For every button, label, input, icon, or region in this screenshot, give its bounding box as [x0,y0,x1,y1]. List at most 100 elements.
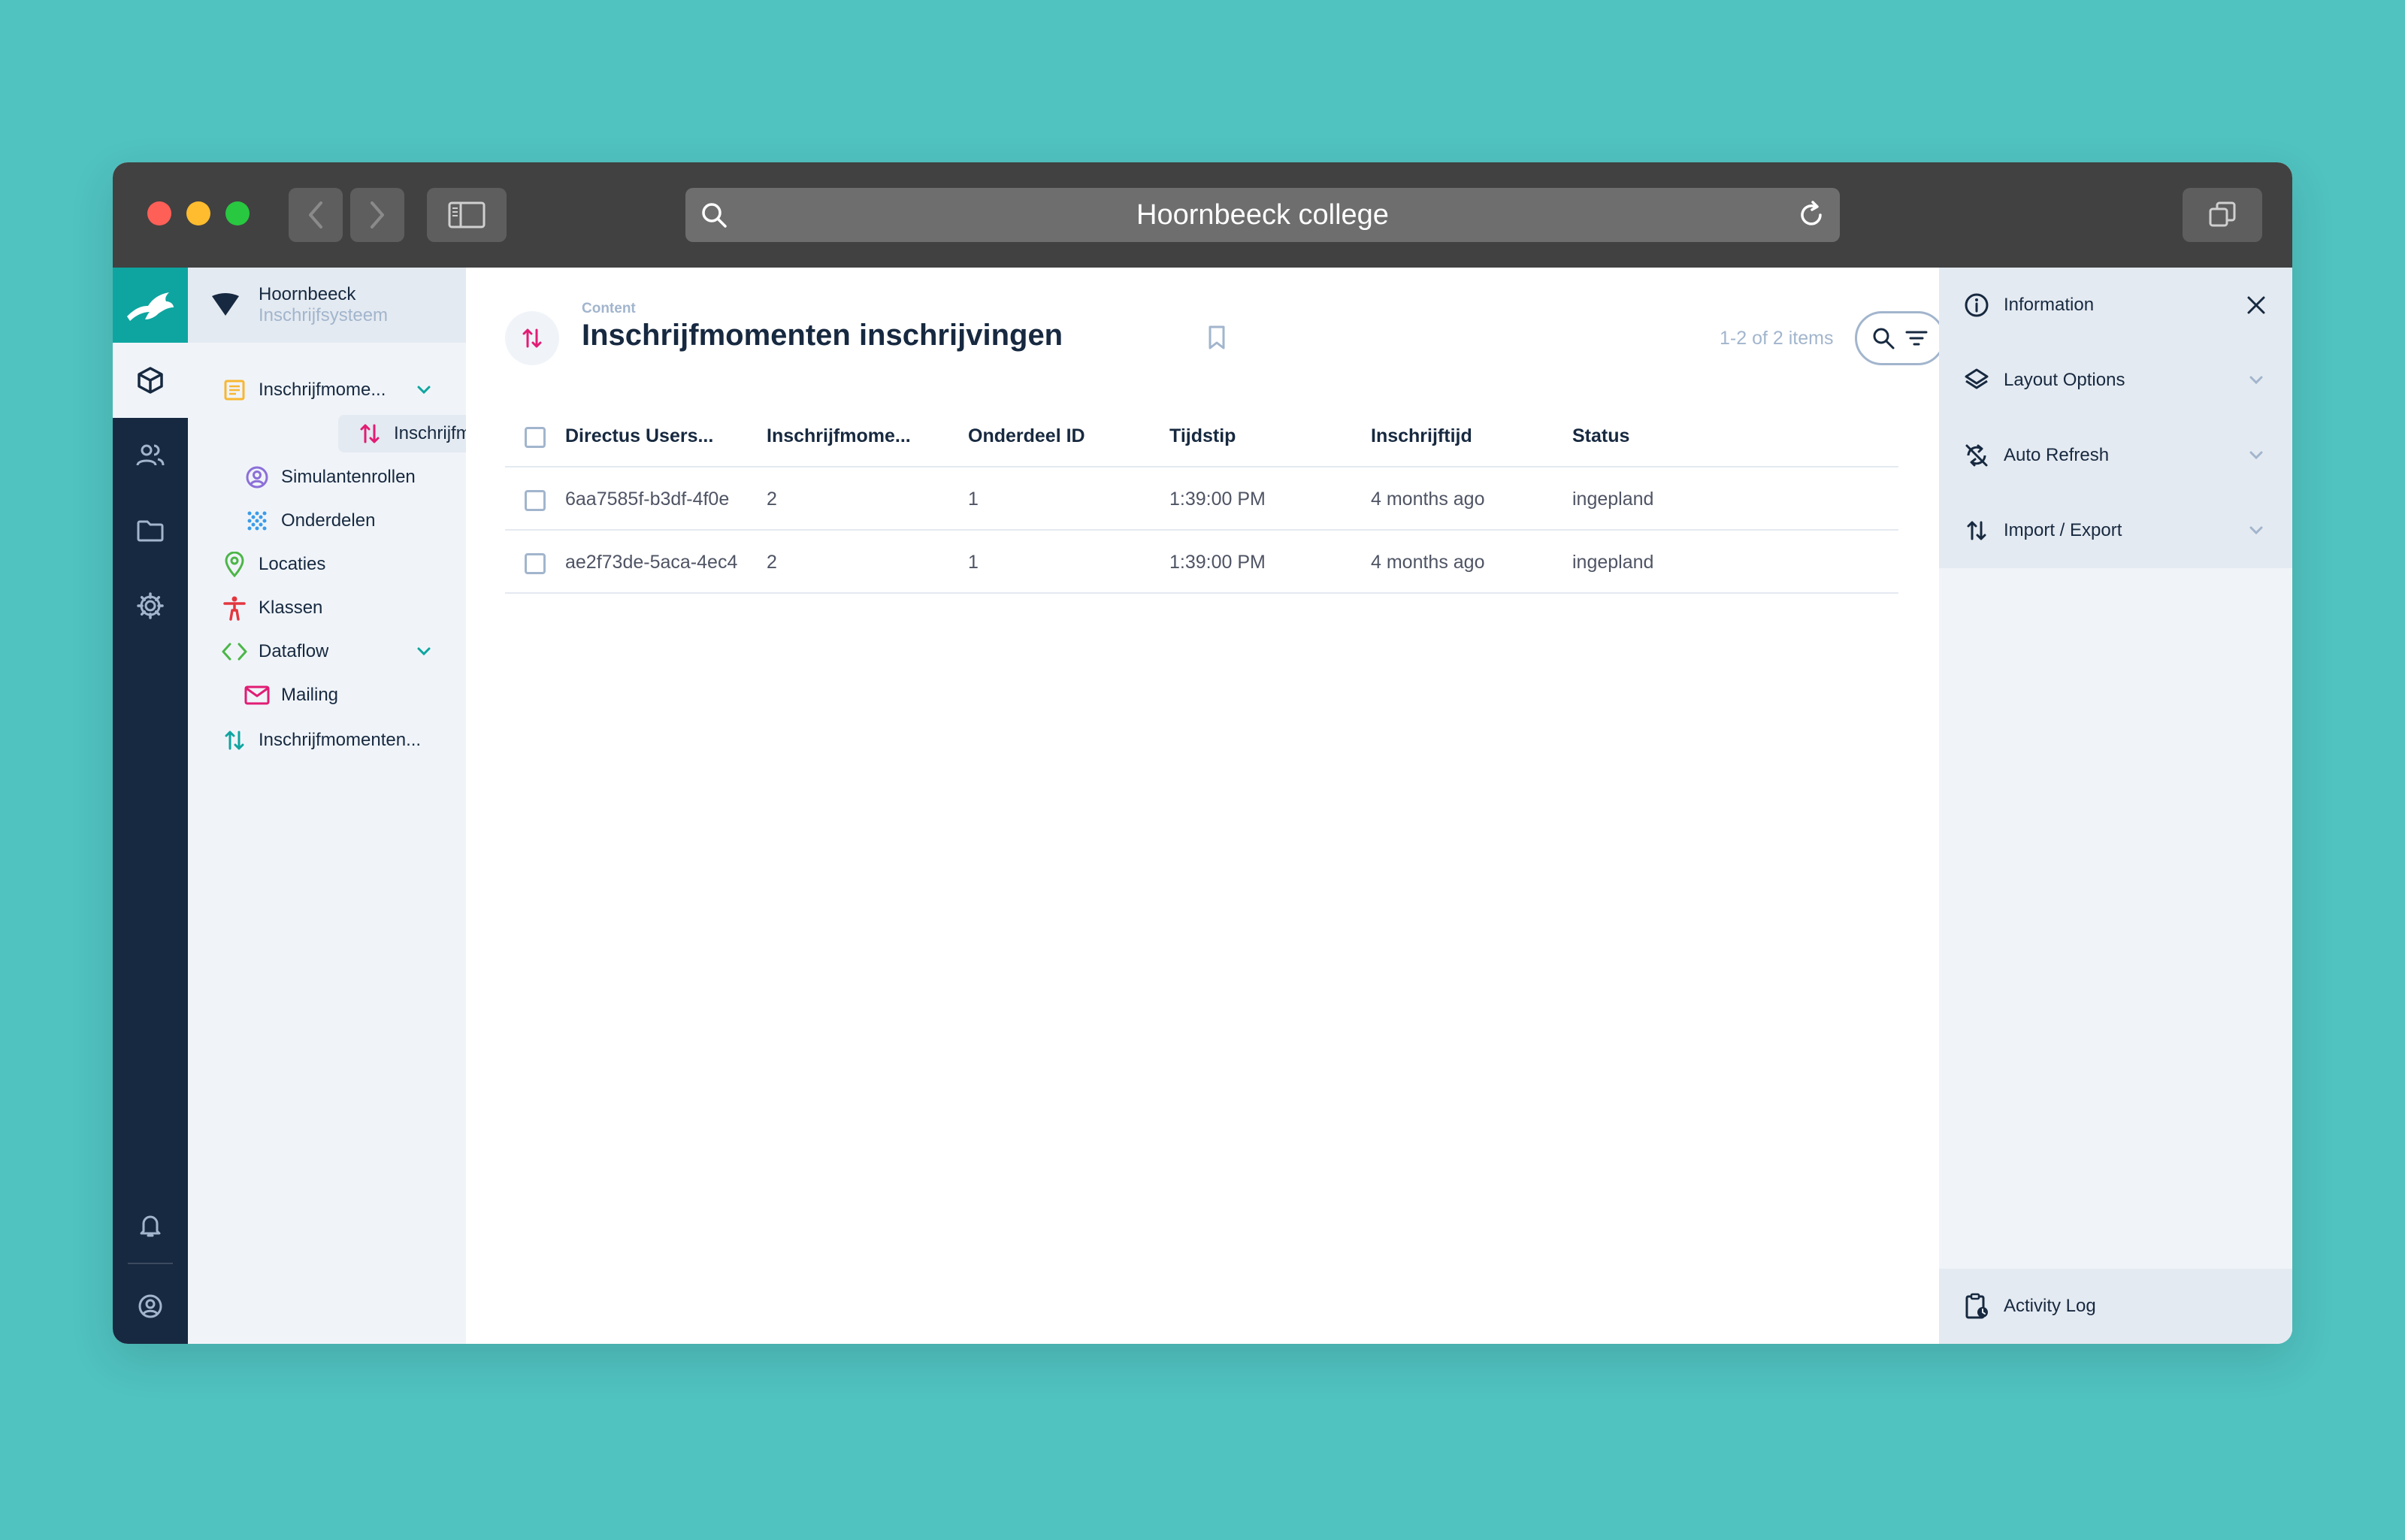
gear-icon [137,592,164,619]
table-cell: 4 months ago [1371,489,1485,510]
nav-item-locaties[interactable]: Locaties [188,546,466,583]
chevron-down-icon [2249,526,2263,535]
code-icon [221,638,248,665]
nav-item-inschrijfmomenten-folder[interactable]: Inschrijfmome... [188,371,466,409]
table-cell: ingepland [1572,552,1654,573]
sidebar-item-label: Layout Options [2004,370,2125,390]
chevron-down-icon [2249,451,2263,460]
sidebar-item-label: Import / Export [2004,520,2122,540]
table-row[interactable]: 6aa7585f-b3df-4f0e 2 1 1:39:00 PM 4 mont… [505,467,1898,531]
item-count: 1-2 of 2 items [1720,328,1834,349]
activity-log-panel[interactable]: Activity Log [1939,1269,2292,1344]
table-cell: ae2f73de-5aca-4ec4 [565,552,738,573]
nav-item-label: Inschrijfmomenten... [259,730,422,750]
minimize-window-button[interactable] [186,201,210,225]
bell-icon [140,1215,161,1237]
sync-disabled-icon [1963,442,1990,469]
sidebar-item-information[interactable]: Information [1939,268,2292,343]
chevron-down-icon[interactable] [415,643,433,661]
column-header[interactable]: Tijdstip [1169,404,1357,467]
column-header[interactable]: Onderdeel ID [968,404,1156,467]
chevron-down-icon [2249,376,2263,385]
list-box-icon [221,377,248,404]
reload-icon[interactable] [1796,200,1826,230]
nav-item-mailing[interactable]: Mailing [188,676,466,714]
search-icon [1873,328,1895,349]
user-account-button[interactable] [113,1269,188,1344]
tabs-overview-button[interactable] [2183,188,2262,242]
scatter-dots-icon [244,507,271,534]
nav-item-inschrijfmomenten-root[interactable]: Inschrijfmomenten... [188,722,466,759]
module-settings[interactable] [113,568,188,643]
page-title: Inschrijfmomenten inschrijvingen [582,319,1063,352]
back-button[interactable] [289,188,343,242]
chevron-down-icon[interactable] [415,381,433,399]
close-window-button[interactable] [147,201,171,225]
nav-item-simulantenrollen[interactable]: Simulantenrollen [188,458,466,496]
maximize-window-button[interactable] [225,201,250,225]
sidebar-item-layout-options[interactable]: Layout Options [1939,343,2292,418]
table-cell: ingepland [1572,489,1654,510]
project-header[interactable]: Hoornbeeck Inschrijfsysteem [188,268,466,343]
table-cell: 1:39:00 PM [1169,489,1266,510]
navigation-panel: Hoornbeeck Inschrijfsysteem Inschrijfmom… [188,268,561,1344]
row-checkbox[interactable] [525,490,546,511]
breadcrumb[interactable]: Content [582,301,636,317]
mail-icon [244,682,271,709]
account-circle-icon [244,464,271,491]
module-files[interactable] [113,493,188,568]
search-filter-button[interactable] [1855,311,1945,365]
table-cell: 2 [767,489,777,510]
forward-button[interactable] [350,188,404,242]
table-cell: 1 [968,489,979,510]
module-bar [113,268,188,1344]
address-bar-text: Hoornbeeck college [1136,199,1389,231]
import-export-icon [522,328,542,348]
address-bar[interactable]: Hoornbeeck college [685,188,1840,242]
sidebar-item-label: Information [2004,295,2095,315]
main-content: Content Inschrijfmomenten inschrijvingen… [466,268,2013,1344]
account-circle-icon [138,1294,162,1318]
sidebar-icon [448,201,486,228]
column-header[interactable]: Directus Users... [565,404,753,467]
project-subtitle: Inschrijfsysteem [259,305,389,325]
module-divider [128,1263,173,1264]
nav-item-label: Simulantenrollen [281,467,416,487]
layers-icon [1963,367,1990,394]
clipboard-clock-icon [1963,1293,1990,1320]
chevron-left-icon [309,201,322,228]
nav-item-klassen[interactable]: Klassen [188,589,466,627]
sidebar-toggle-button[interactable] [427,188,507,242]
chevron-right-icon [371,201,384,228]
bookmark-icon[interactable] [1207,325,1227,350]
import-export-icon [1963,517,1990,544]
module-content[interactable] [113,343,188,418]
nav-item-label: Locaties [259,554,326,574]
select-all-checkbox[interactable] [525,427,546,448]
info-icon [1963,292,1990,319]
sidebar-item-label: Activity Log [2004,1296,2096,1316]
sidebar-item-activity-log[interactable]: Activity Log [1939,1269,2292,1344]
collection-icon-badge [505,311,559,365]
users-icon [136,444,165,466]
notifications-button[interactable] [113,1188,188,1263]
sidebar-item-import-export[interactable]: Import / Export [1939,493,2292,568]
location-pin-icon [221,551,248,578]
table-cell: 1 [968,552,979,573]
sidebar-item-auto-refresh[interactable]: Auto Refresh [1939,418,2292,493]
import-export-icon [356,420,383,447]
module-users[interactable] [113,418,188,493]
close-icon[interactable] [2246,295,2267,316]
filter-icon [1905,331,1928,346]
column-header[interactable]: Status [1572,404,1760,467]
table-row[interactable]: ae2f73de-5aca-4ec4 2 1 1:39:00 PM 4 mont… [505,531,1898,594]
column-header[interactable]: Inschrijftijd [1371,404,1559,467]
app-logo[interactable] [113,268,188,343]
row-checkbox[interactable] [525,553,546,574]
column-header[interactable]: Inschrijfmome... [767,404,954,467]
signal-icon [212,293,239,316]
nav-item-dataflow[interactable]: Dataflow [188,633,466,670]
nav-item-onderdelen[interactable]: Onderdelen [188,502,466,540]
tabs-icon [2209,201,2236,227]
nav-item-label: Inschrijfmome... [259,380,386,400]
